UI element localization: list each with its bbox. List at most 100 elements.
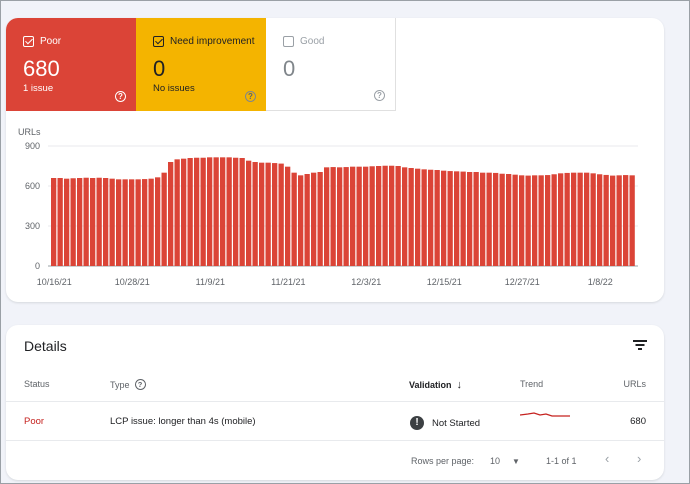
help-icon[interactable]: ? [115,91,126,102]
chart-bar[interactable] [460,171,466,266]
chart-bar[interactable] [148,178,154,266]
chart-bar[interactable] [155,177,161,266]
chart-bar[interactable] [616,175,622,266]
need-improvement-checkbox[interactable] [153,36,164,47]
chart-bar[interactable] [51,178,57,266]
chart-bar[interactable] [246,160,252,266]
chart-bar[interactable] [499,173,505,266]
row-issue-type[interactable]: LCP issue: longer than 4s (mobile) [110,416,256,427]
type-column-header[interactable]: Type ? [110,379,146,390]
chart-bar[interactable] [90,178,96,266]
poor-summary-tile[interactable]: Poor 680 1 issue ? [6,18,136,111]
chart-bar[interactable] [454,171,460,266]
chart-bar[interactable] [486,172,492,266]
chart-bar[interactable] [220,157,226,266]
chart-bar[interactable] [324,167,330,266]
chart-bar[interactable] [298,175,304,266]
chart-bar[interactable] [64,178,70,266]
chart-bar[interactable] [434,170,440,266]
help-icon[interactable]: ? [374,90,385,101]
chart-bar[interactable] [265,162,271,266]
chart-bar[interactable] [343,167,349,266]
chart-bar[interactable] [493,172,499,266]
chart-bar[interactable] [538,175,544,266]
chart-bar[interactable] [584,172,590,266]
chart-bar[interactable] [590,173,596,266]
chart-bar[interactable] [57,178,63,266]
chart-bar[interactable] [558,173,564,266]
chart-bar[interactable] [532,175,538,266]
chart-bar[interactable] [428,169,434,266]
chart-bar[interactable] [181,158,187,266]
urls-column-header[interactable]: URLs [623,379,646,389]
chart-bar[interactable] [330,167,336,266]
chart-bar[interactable] [337,167,343,266]
good-summary-tile[interactable]: Good 0 ? [266,18,396,111]
chart-bar[interactable] [369,166,375,266]
chart-bar[interactable] [278,163,284,266]
chart-bar[interactable] [415,168,421,266]
chart-bar[interactable] [480,172,486,266]
chart-bar[interactable] [142,179,148,266]
chart-bar[interactable] [187,158,193,266]
chart-bar[interactable] [389,165,395,266]
chart-bar[interactable] [577,172,583,266]
chart-bar[interactable] [525,175,531,266]
chart-bar[interactable] [168,162,174,266]
chart-bar[interactable] [402,167,408,266]
chart-bar[interactable] [441,170,447,266]
chart-bar[interactable] [376,166,382,266]
chart-bar[interactable] [77,178,83,266]
chart-bar[interactable] [96,177,102,266]
row-validation[interactable]: ! Not Started [410,416,480,430]
chart-bar[interactable] [395,166,401,266]
chart-bar[interactable] [356,166,362,266]
chart-bar[interactable] [161,172,167,266]
chart-bar[interactable] [285,166,291,266]
chart-bar[interactable] [194,157,200,266]
chart-bar[interactable] [467,172,473,266]
previous-page-icon[interactable]: ‹ [605,451,609,466]
chart-bar[interactable] [135,179,141,266]
row-status[interactable]: Poor [24,416,44,427]
chart-bar[interactable] [350,166,356,266]
chart-bar[interactable] [564,172,570,266]
chart-bar[interactable] [421,169,427,266]
row-url-count[interactable]: 680 [630,416,646,427]
chart-bar[interactable] [629,175,635,266]
chart-bar[interactable] [473,172,479,266]
chart-bar[interactable] [252,162,258,266]
need-improvement-summary-tile[interactable]: Need improvement 0 No issues ? [136,18,266,111]
chart-bar[interactable] [109,178,115,266]
chart-bar[interactable] [610,175,616,266]
chart-bar[interactable] [272,163,278,266]
chart-bar[interactable] [116,179,122,266]
chart-bar[interactable] [129,179,135,266]
chart-bar[interactable] [506,174,512,266]
chart-bar[interactable] [226,157,232,266]
chart-bar[interactable] [200,157,206,266]
chart-bar[interactable] [83,177,89,266]
validation-column-header[interactable]: Validation ↓ [409,379,462,391]
chart-bar[interactable] [311,172,317,266]
chart-bar[interactable] [174,159,180,266]
status-column-header[interactable]: Status [24,379,50,389]
chart-bar[interactable] [291,172,297,266]
chart-bar[interactable] [233,157,239,266]
chart-bar[interactable] [103,178,109,266]
chart-bar[interactable] [213,157,219,266]
chart-bar[interactable] [70,178,76,266]
good-checkbox[interactable] [283,36,294,47]
chart-bar[interactable] [551,174,557,266]
chart-bar[interactable] [363,166,369,266]
poor-checkbox[interactable] [23,36,34,47]
chart-bar[interactable] [597,174,603,266]
filter-icon[interactable] [633,340,647,350]
chart-bar[interactable] [571,172,577,266]
chart-bar[interactable] [603,174,609,266]
help-icon[interactable]: ? [245,91,256,102]
chart-bar[interactable] [623,175,629,266]
chart-bar[interactable] [304,174,310,266]
chart-bar[interactable] [519,175,525,266]
next-page-icon[interactable]: › [637,451,641,466]
